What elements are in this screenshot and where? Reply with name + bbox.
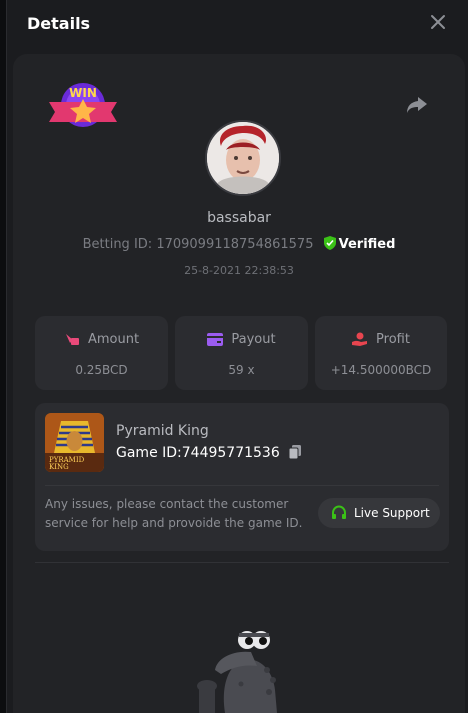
payout-label-row: Payout [175,332,308,347]
game-id-value: 74495771536 [181,445,280,461]
profit-label: Profit [376,332,410,347]
amount-label: Amount [87,332,140,347]
amount-label-row: Amount [35,332,168,347]
live-support-label: Live Support [354,506,430,520]
profit-label-row: Profit [315,332,447,347]
copy-icon[interactable] [288,445,302,459]
betting-id-value: 1709099118754861575 [156,237,314,252]
live-support-button[interactable]: Live Support [318,498,440,528]
game-id-label: Game ID: [116,445,182,461]
avatar [205,120,281,196]
pharaoh-thumbnail-icon: PYRAMID KING [45,413,104,472]
avatar-image [207,122,279,194]
game-panel-divider [45,485,439,486]
betting-id-label: Betting ID: [82,237,153,252]
crocodile-mascot-icon [197,631,277,713]
payout-stat: Payout 59 x [175,316,308,390]
hand-coin-icon [352,332,368,346]
game-thumbnail[interactable]: PYRAMID KING [45,413,104,472]
shield-check-icon [323,236,336,250]
details-modal: Details WIN bassabar Betting ID: 1709099… [6,0,468,713]
thumb-text-2: KING [49,463,69,471]
wallet-icon [207,333,224,346]
headset-icon [332,505,346,519]
username: bassabar [207,210,271,226]
profit-stat: Profit +14.500000BCD [315,316,447,390]
payout-label: Payout [231,332,276,347]
share-icon[interactable] [405,94,429,116]
win-badge-text: WIN [69,86,97,100]
support-notice: Any issues, please contact the customer … [45,497,303,530]
coins-icon [65,334,79,345]
bet-details-card: WIN bassabar Betting ID: 170909911875486… [13,54,465,713]
close-icon[interactable] [429,13,447,31]
modal-title: Details [27,14,91,33]
game-name[interactable]: Pyramid King [116,423,209,439]
bet-datetime: 25-8-2021 22:38:53 [184,264,294,277]
amount-value: 0.25BCD [75,363,128,377]
payout-value: 59 x [228,363,255,377]
verified-label: Verified [338,237,396,252]
betting-id-row: Betting ID: 1709099118754861575 Verified [13,236,465,252]
game-id-row: Game ID:74495771536 [116,445,302,461]
profit-value: +14.500000BCD [330,363,432,377]
modal-header: Details [7,0,468,48]
section-divider [35,562,449,563]
win-badge-icon: WIN [49,83,117,127]
game-panel: PYRAMID KING Pyramid King Game ID:744957… [35,403,449,551]
amount-stat: Amount 0.25BCD [35,316,168,390]
